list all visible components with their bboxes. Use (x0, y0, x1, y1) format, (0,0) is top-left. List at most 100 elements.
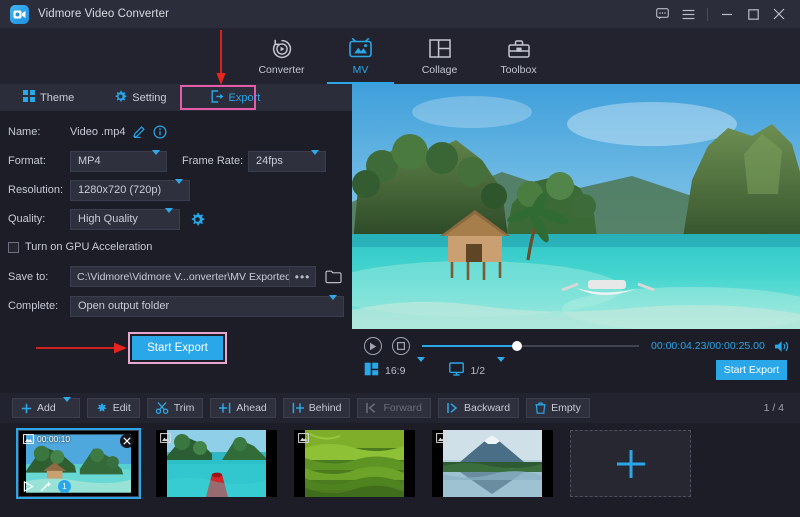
tab-setting[interactable]: Setting (105, 84, 175, 111)
thumbnail-item-1[interactable]: 00:00:10 1 (18, 430, 139, 497)
save-to-path-value: C:\Vidmore\Vidmore V...onverter\MV Expor… (77, 271, 290, 283)
export-icon (211, 90, 224, 106)
seek-handle[interactable] (512, 341, 522, 351)
resolution-row: Resolution: 1280x720 (720p) (8, 179, 344, 201)
toolbar-add-label: Add (37, 402, 56, 414)
speaker-icon[interactable] (774, 340, 790, 353)
nav-item-collage[interactable]: Collage (400, 28, 479, 84)
resolution-select[interactable]: 1280x720 (720p) (70, 180, 190, 201)
chevron-down-icon[interactable] (63, 402, 71, 414)
title-bar: Vidmore Video Converter (0, 0, 800, 28)
image-icon (298, 433, 309, 443)
toolbar-forward-label: Forward (383, 402, 422, 414)
toolbar-behind-button[interactable]: Behind (283, 398, 351, 418)
chevron-down-icon (175, 184, 183, 196)
close-icon[interactable] (766, 0, 792, 28)
chevron-down-icon (311, 155, 319, 167)
toolbox-icon (508, 37, 530, 61)
collage-icon (429, 37, 451, 61)
mv-icon (349, 37, 372, 61)
maximize-icon[interactable] (740, 0, 766, 28)
minimize-icon[interactable] (714, 0, 740, 28)
start-export-label: Start Export (147, 342, 208, 354)
toolbar-forward-button[interactable]: Forward (357, 398, 431, 418)
info-icon[interactable] (153, 125, 167, 139)
gpu-acceleration-row[interactable]: Turn on GPU Acceleration (8, 237, 344, 257)
quality-value: High Quality (78, 213, 138, 225)
toolbar-backward-button[interactable]: Backward (438, 398, 519, 418)
aspect-ratio-control[interactable]: 16:9 (364, 362, 425, 381)
player-start-export-button[interactable]: Start Export (716, 360, 787, 380)
tab-export-label: Export (229, 92, 261, 104)
nav-label-toolbox: Toolbox (500, 64, 536, 76)
gear-icon (114, 90, 127, 106)
browse-dots-label: ••• (295, 270, 311, 284)
add-media-button[interactable] (570, 430, 691, 497)
chevron-down-icon[interactable] (497, 362, 505, 380)
toolbar-add-button[interactable]: Add (12, 398, 80, 418)
media-type-badge (436, 433, 447, 443)
thumbnail-item-2[interactable] (156, 430, 277, 497)
screen-split-value: 1/2 (470, 365, 485, 377)
quality-select[interactable]: High Quality (70, 209, 180, 230)
player-options-row: 16:9 1/2 Start Export (364, 360, 790, 382)
screen-split-control[interactable]: 1/2 (449, 362, 505, 381)
toolbar-ahead-label: Ahead (236, 402, 266, 414)
play-icon[interactable] (23, 481, 34, 492)
image-icon (436, 433, 447, 443)
monitor-icon (449, 362, 464, 381)
media-type-badge (160, 433, 171, 443)
start-export-button[interactable]: Start Export (132, 336, 223, 360)
save-to-label: Save to: (8, 271, 70, 283)
image-icon (23, 434, 34, 444)
plus-icon (21, 403, 32, 414)
format-value: MP4 (78, 155, 101, 167)
video-preview[interactable] (352, 84, 800, 329)
feedback-icon[interactable] (649, 0, 675, 28)
seek-slider[interactable] (422, 339, 639, 353)
plus-icon (614, 447, 648, 481)
toolbar-empty-button[interactable]: Empty (526, 398, 590, 418)
scissors-icon (156, 402, 169, 414)
thumbnail-close-icon[interactable] (120, 434, 134, 448)
gpu-acceleration-checkbox[interactable] (8, 242, 19, 253)
tab-theme[interactable]: Theme (14, 84, 83, 111)
resolution-value: 1280x720 (720p) (78, 184, 161, 196)
menu-icon[interactable] (675, 0, 701, 28)
nav-item-mv[interactable]: MV (321, 28, 400, 84)
annotation-arrow-down (216, 30, 226, 86)
tab-export[interactable]: Export (202, 84, 270, 111)
open-folder-icon[interactable] (323, 266, 344, 287)
save-to-row: Save to: C:\Vidmore\Vidmore V...onverter… (8, 265, 344, 288)
player-transport-row: 00:00:04.23/00:00:25.00 (364, 336, 790, 356)
pencil-icon[interactable] (132, 125, 146, 139)
nav-item-toolbox[interactable]: Toolbox (479, 28, 558, 84)
frame-rate-select[interactable]: 24fps (248, 151, 326, 172)
format-select[interactable]: MP4 (70, 151, 167, 172)
thumbnail-item-3[interactable] (294, 430, 415, 497)
save-to-path-input[interactable]: C:\Vidmore\Vidmore V...onverter\MV Expor… (70, 266, 290, 287)
insert-behind-icon (292, 402, 304, 414)
stop-icon[interactable] (392, 337, 410, 355)
toolbar-edit-button[interactable]: Edit (87, 398, 140, 418)
chevron-down-icon[interactable] (417, 362, 425, 380)
magic-wand-icon[interactable] (40, 481, 52, 492)
timecode-display: 00:00:04.23/00:00:25.00 (651, 340, 765, 352)
toolbar-empty-label: Empty (551, 402, 581, 414)
app-title: Vidmore Video Converter (38, 8, 169, 20)
toolbar-ahead-button[interactable]: Ahead (210, 398, 275, 418)
toolbar-edit-label: Edit (113, 402, 131, 414)
format-label: Format: (8, 155, 70, 167)
converter-icon (271, 37, 293, 61)
nav-item-converter[interactable]: Converter (242, 28, 321, 84)
complete-action-select[interactable]: Open output folder (70, 296, 344, 317)
quality-settings-gear-icon[interactable] (190, 212, 205, 227)
browse-button[interactable]: ••• (290, 266, 315, 287)
nav-label-collage: Collage (422, 64, 458, 76)
thumbnail-item-4[interactable] (432, 430, 553, 497)
play-icon[interactable] (364, 337, 382, 355)
grid-icon (23, 90, 35, 105)
media-thumbnail-strip: 00:00:10 1 (0, 423, 800, 517)
toolbar-trim-button[interactable]: Trim (147, 398, 204, 418)
toolbar-trim-label: Trim (174, 402, 195, 414)
